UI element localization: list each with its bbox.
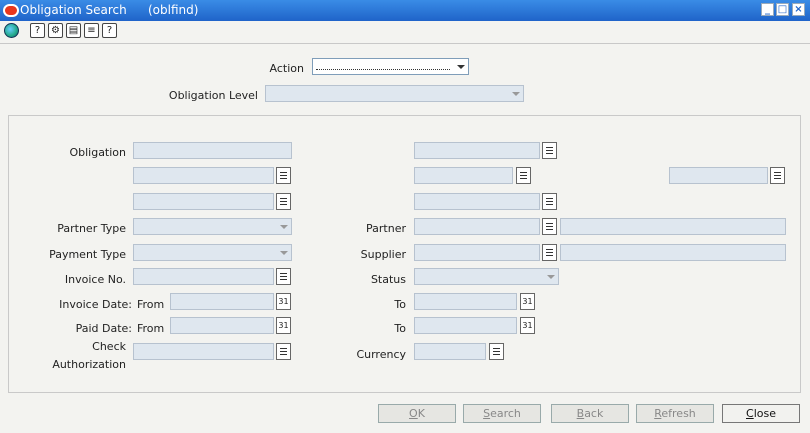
lov-icon[interactable] xyxy=(489,343,504,360)
supplier-label: Supplier xyxy=(360,248,406,261)
lov-icon[interactable] xyxy=(542,142,557,159)
close-window-icon[interactable]: × xyxy=(792,3,805,16)
back-button[interactable]: Back xyxy=(551,404,629,423)
globe-icon[interactable] xyxy=(4,23,19,38)
calendar-icon[interactable]: 31 xyxy=(276,317,291,334)
check-label: Check xyxy=(92,340,126,353)
check-authorization-field[interactable] xyxy=(133,343,274,360)
authorization-label: Authorization xyxy=(52,358,126,371)
lov-icon[interactable] xyxy=(542,193,557,210)
status-select[interactable] xyxy=(414,268,559,285)
refresh-button[interactable]: Refresh xyxy=(636,404,714,423)
obligation-label: Obligation xyxy=(69,146,126,159)
obligation-field[interactable] xyxy=(133,142,292,159)
calendar-icon[interactable]: 31 xyxy=(276,293,291,310)
paid-date-label: Paid Date: xyxy=(75,322,132,335)
paid-date-to-label: To xyxy=(394,322,406,335)
chevron-down-icon[interactable] xyxy=(278,221,289,232)
obligation-key-field-2[interactable] xyxy=(414,167,513,184)
lov-icon[interactable] xyxy=(516,167,531,184)
lov-icon[interactable] xyxy=(542,218,557,235)
calendar-icon[interactable]: 31 xyxy=(520,317,535,334)
lov-icon[interactable] xyxy=(276,167,291,184)
obligation-field-2[interactable] xyxy=(133,167,274,184)
partner-type-select[interactable] xyxy=(133,218,292,235)
notes-icon[interactable]: ≡ xyxy=(84,23,99,38)
invoice-date-from-label: From xyxy=(137,298,165,311)
chevron-down-icon[interactable] xyxy=(278,247,289,258)
minimize-icon[interactable]: _ xyxy=(761,3,774,16)
partner-description-field xyxy=(560,218,786,235)
currency-label: Currency xyxy=(356,348,406,361)
paid-date-to-field[interactable] xyxy=(414,317,517,334)
tools-icon[interactable]: ⚙ xyxy=(48,23,63,38)
lov-icon[interactable] xyxy=(770,167,785,184)
toolbar-divider xyxy=(0,43,810,44)
obligation-key-field-1[interactable] xyxy=(414,142,540,159)
supplier-description-field xyxy=(560,244,786,261)
currency-field[interactable] xyxy=(414,343,486,360)
lov-icon[interactable] xyxy=(542,244,557,261)
invoice-date-from-field[interactable] xyxy=(170,293,274,310)
payment-type-label: Payment Type xyxy=(49,248,126,261)
status-label: Status xyxy=(370,273,406,286)
chevron-down-icon[interactable] xyxy=(510,88,521,99)
clipboard-icon[interactable]: ▤ xyxy=(66,23,81,38)
paid-date-from-field[interactable] xyxy=(170,317,274,334)
chevron-down-icon[interactable] xyxy=(545,271,556,282)
ok-button[interactable]: OK xyxy=(378,404,456,423)
partner-type-label: Partner Type xyxy=(57,222,126,235)
form-name: (oblfind) xyxy=(148,3,199,17)
partner-field[interactable] xyxy=(414,218,540,235)
obligation-field-3[interactable] xyxy=(133,193,274,210)
invoice-date-to-label: To xyxy=(394,298,406,311)
help-icon[interactable]: ? xyxy=(30,23,45,38)
obligation-key-field-3[interactable] xyxy=(669,167,768,184)
invoice-no-label: Invoice No. xyxy=(64,273,126,286)
calendar-icon[interactable]: 31 xyxy=(520,293,535,310)
paid-date-from-label: From xyxy=(137,322,165,335)
lov-icon[interactable] xyxy=(276,193,291,210)
title-bar: Obligation Search (oblfind) _ □ × xyxy=(0,0,810,21)
action-select[interactable] xyxy=(312,58,469,75)
lov-icon[interactable] xyxy=(276,343,291,360)
chevron-down-icon[interactable] xyxy=(455,61,466,72)
toolbar: ? ⚙ ▤ ≡ ? xyxy=(0,21,810,40)
close-button[interactable]: Close xyxy=(722,404,800,423)
invoice-date-to-field[interactable] xyxy=(414,293,517,310)
maximize-icon[interactable]: □ xyxy=(776,3,789,16)
obligation-level-label: Obligation Level xyxy=(168,89,258,102)
invoice-date-label: Invoice Date: xyxy=(59,298,132,311)
window-title: Obligation Search xyxy=(20,3,127,17)
supplier-field[interactable] xyxy=(414,244,540,261)
action-label: Action xyxy=(269,62,304,75)
search-button[interactable]: Search xyxy=(463,404,541,423)
obligation-key-field-4[interactable] xyxy=(414,193,540,210)
question-icon[interactable]: ? xyxy=(102,23,117,38)
lov-icon[interactable] xyxy=(276,268,291,285)
payment-type-select[interactable] xyxy=(133,244,292,261)
partner-label: Partner xyxy=(366,222,406,235)
obligation-level-select[interactable] xyxy=(265,85,524,102)
oracle-logo-icon xyxy=(3,4,19,17)
invoice-no-field[interactable] xyxy=(133,268,274,285)
